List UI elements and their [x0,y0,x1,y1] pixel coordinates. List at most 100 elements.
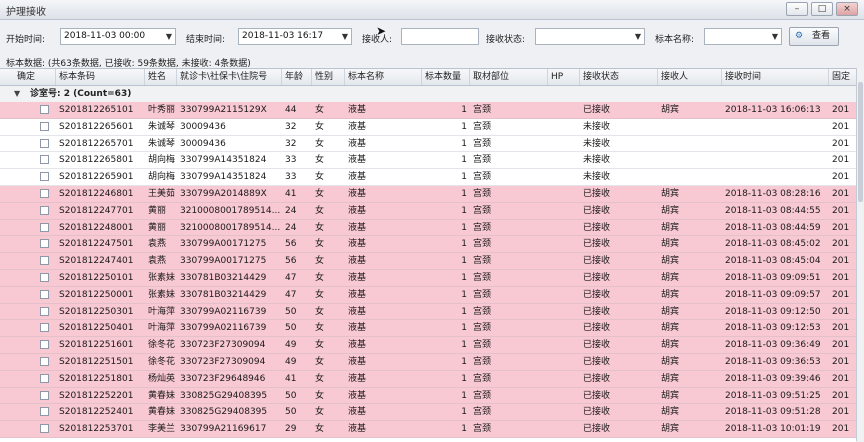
table-row[interactable]: S201812251501 徐冬花 330723F27309094 49 女 液基 1 宫颈 已… [0,353,856,371]
cell-name: 张素妹 [148,272,176,283]
dropdown-arrow-icon[interactable]: ▼ [342,29,348,44]
table-row[interactable]: S201812265901 胡向梅 330799A14351824 33 女 液基 1 宫颈 未… [0,169,856,186]
cell-receive-status: 已接收 [583,306,611,317]
table-row[interactable]: S201812251801 杨灿英 330723F29648946 41 女 液基 1 宫颈 已… [0,370,856,388]
status-select[interactable]: ▼ [535,28,645,45]
table-row[interactable]: S201812251601 徐冬花 330723F27309094 49 女 液基 1 宫颈 已… [0,337,856,354]
cell-quantity: 1 [461,121,467,132]
table-row[interactable]: S201812265801 胡向梅 330799A14351824 33 女 液基 1 宫颈 未… [0,152,856,170]
column-header-fixed[interactable]: 固定 [829,69,856,85]
row-checkbox[interactable] [40,390,49,400]
table-row[interactable]: S201812250301 叶海萍 330799A02116739 50 女 液基 1 宫颈 已… [0,303,856,321]
row-checkbox[interactable] [40,205,49,215]
specimen-grid: 确定 标本条码 姓名 就诊卡\社保卡\住院号 年龄 性别 标本名称 标本数量 取材部位 HP 接收状… [0,68,856,442]
column-header-receiver[interactable]: 接收人 [658,69,722,85]
table-row[interactable]: S201812247401 袁燕 330799A00171275 56 女 液基 1 宫颈 已接… [0,253,856,270]
row-checkbox[interactable] [40,373,49,383]
cell-receiver: 胡宾 [661,222,680,233]
cell-site: 宫颈 [473,340,492,351]
column-header-hp[interactable]: HP [548,69,580,85]
close-button[interactable]: × [836,2,858,16]
table-row[interactable]: S201812250401 叶海萍 330799A02116739 50 女 液基 1 宫颈 已… [0,320,856,338]
cell-site: 宫颈 [473,424,492,435]
cell-receive-time: 2018-11-03 08:44:55 [725,205,821,216]
column-header-receive-status[interactable]: 接收状态 [580,69,658,85]
table-row[interactable]: S201812247501 袁燕 330799A00171275 56 女 液基 1 宫颈 已接… [0,236,856,254]
cell-quantity: 1 [461,340,467,351]
cell-specimen-name: 液基 [348,222,367,233]
row-checkbox[interactable] [40,323,49,333]
row-checkbox[interactable] [40,340,49,350]
end-time-picker[interactable]: 2018-11-03 16:17 ▼ [238,28,352,45]
table-row[interactable]: S201812265701 朱诚琴 30009436 32 女 液基 1 宫颈 未接收 201 [0,135,856,153]
dropdown-arrow-icon[interactable]: ▼ [635,29,641,44]
column-header-barcode[interactable]: 标本条码 [56,69,145,85]
dropdown-arrow-icon[interactable]: ▼ [772,29,778,44]
cell-receive-time [722,119,829,135]
cell-fixed: 201 [832,424,850,435]
cell-receive-time: 2018-11-03 09:09:57 [725,289,821,300]
view-button[interactable]: ⚙ 查看 [789,27,839,46]
cell-site: 宫颈 [473,172,492,183]
receiver-input[interactable] [401,28,479,45]
cell-receive-status: 已接收 [583,424,611,435]
table-row[interactable]: S201812253701 李美兰 330799A21169617 29 女 液基 1 宫颈 已… [0,421,856,438]
row-checkbox[interactable] [40,138,49,148]
row-checkbox[interactable] [40,356,49,366]
column-header-card-number[interactable]: 就诊卡\社保卡\住院号 [177,69,282,85]
row-checkbox[interactable] [40,239,49,249]
table-row[interactable]: S201812252401 黄春妹 330825G29408395 50 女 液基 1 宫颈 已… [0,404,856,422]
row-checkbox[interactable] [40,155,49,165]
cell-age: 47 [285,289,297,300]
column-header-name[interactable]: 姓名 [145,69,177,85]
cell-site: 宫颈 [473,121,492,132]
column-header-age[interactable]: 年龄 [282,69,312,85]
cell-barcode: S201812247401 [59,256,134,267]
cell-receive-time: 2018-11-03 09:36:49 [725,340,821,351]
table-row[interactable]: S201812247701 黄丽 3210008001789514... 24 女 液基 1… [0,202,856,220]
column-header-quantity[interactable]: 标本数量 [422,69,470,85]
table-row[interactable]: S201812250101 张素妹 330781B03214429 47 女 液基 1 宫颈 已… [0,269,856,287]
cell-age: 41 [285,373,297,384]
table-row[interactable]: S201812265101 叶秀丽 330799A2115129X 44 女 液基 1 宫颈 已… [0,102,856,119]
row-checkbox[interactable] [40,188,49,198]
scrollbar-thumb[interactable] [858,82,863,202]
status-label: 接收状态: [486,35,526,45]
cell-name: 叶秀丽 [148,105,176,115]
group-row[interactable]: ▼ 诊室号: 2 (Count=63) [0,86,856,103]
vertical-scrollbar[interactable] [856,68,864,441]
cell-receive-time: 2018-11-03 08:28:16 [725,188,821,199]
row-checkbox[interactable] [40,172,49,182]
row-checkbox[interactable] [40,272,49,282]
table-row[interactable]: S201812252201 黄春妹 330825G29408395 50 女 液基 1 宫颈 已… [0,387,856,405]
column-header-specimen-name[interactable]: 标本名称 [345,69,422,85]
row-checkbox[interactable] [40,121,49,131]
table-row[interactable]: S201812248001 黄丽 3210008001789514... 24 女 液基 1… [0,219,856,237]
cell-sex: 女 [315,256,325,267]
row-checkbox[interactable] [40,407,49,417]
cell-age: 33 [285,155,297,166]
cell-name: 杨灿英 [148,373,176,384]
cell-age: 44 [285,105,297,115]
column-header-site[interactable]: 取材部位 [470,69,548,85]
column-header-sex[interactable]: 性别 [312,69,345,85]
table-row[interactable]: S201812265601 朱诚琴 30009436 32 女 液基 1 宫颈 未接收 201 [0,118,856,136]
row-checkbox[interactable] [40,424,49,434]
cell-name: 袁燕 [148,239,167,250]
cell-card-number: 30009436 [180,138,226,149]
table-row[interactable]: S201812246801 王美茹 330799A2014889X 41 女 液基 1 宫颈 已… [0,185,856,203]
row-checkbox[interactable] [40,306,49,316]
column-header-receive-time[interactable]: 接收时间 [722,69,829,85]
row-checkbox[interactable] [40,289,49,299]
collapse-arrow-icon[interactable]: ▼ [14,86,20,102]
row-checkbox[interactable] [40,222,49,232]
minimize-button[interactable]: – [786,2,808,16]
specimen-name-select[interactable]: ▼ [704,28,782,45]
row-checkbox[interactable] [40,105,49,114]
restore-button[interactable]: □ [811,2,833,16]
table-row[interactable]: S201812250001 张素妹 330781B03214429 47 女 液基 1 宫颈 已… [0,286,856,304]
dropdown-arrow-icon[interactable]: ▼ [166,29,172,44]
row-checkbox[interactable] [40,256,49,266]
start-time-picker[interactable]: 2018-11-03 00:00 ▼ [60,28,176,45]
column-header-confirm[interactable]: 确定 [14,69,56,85]
